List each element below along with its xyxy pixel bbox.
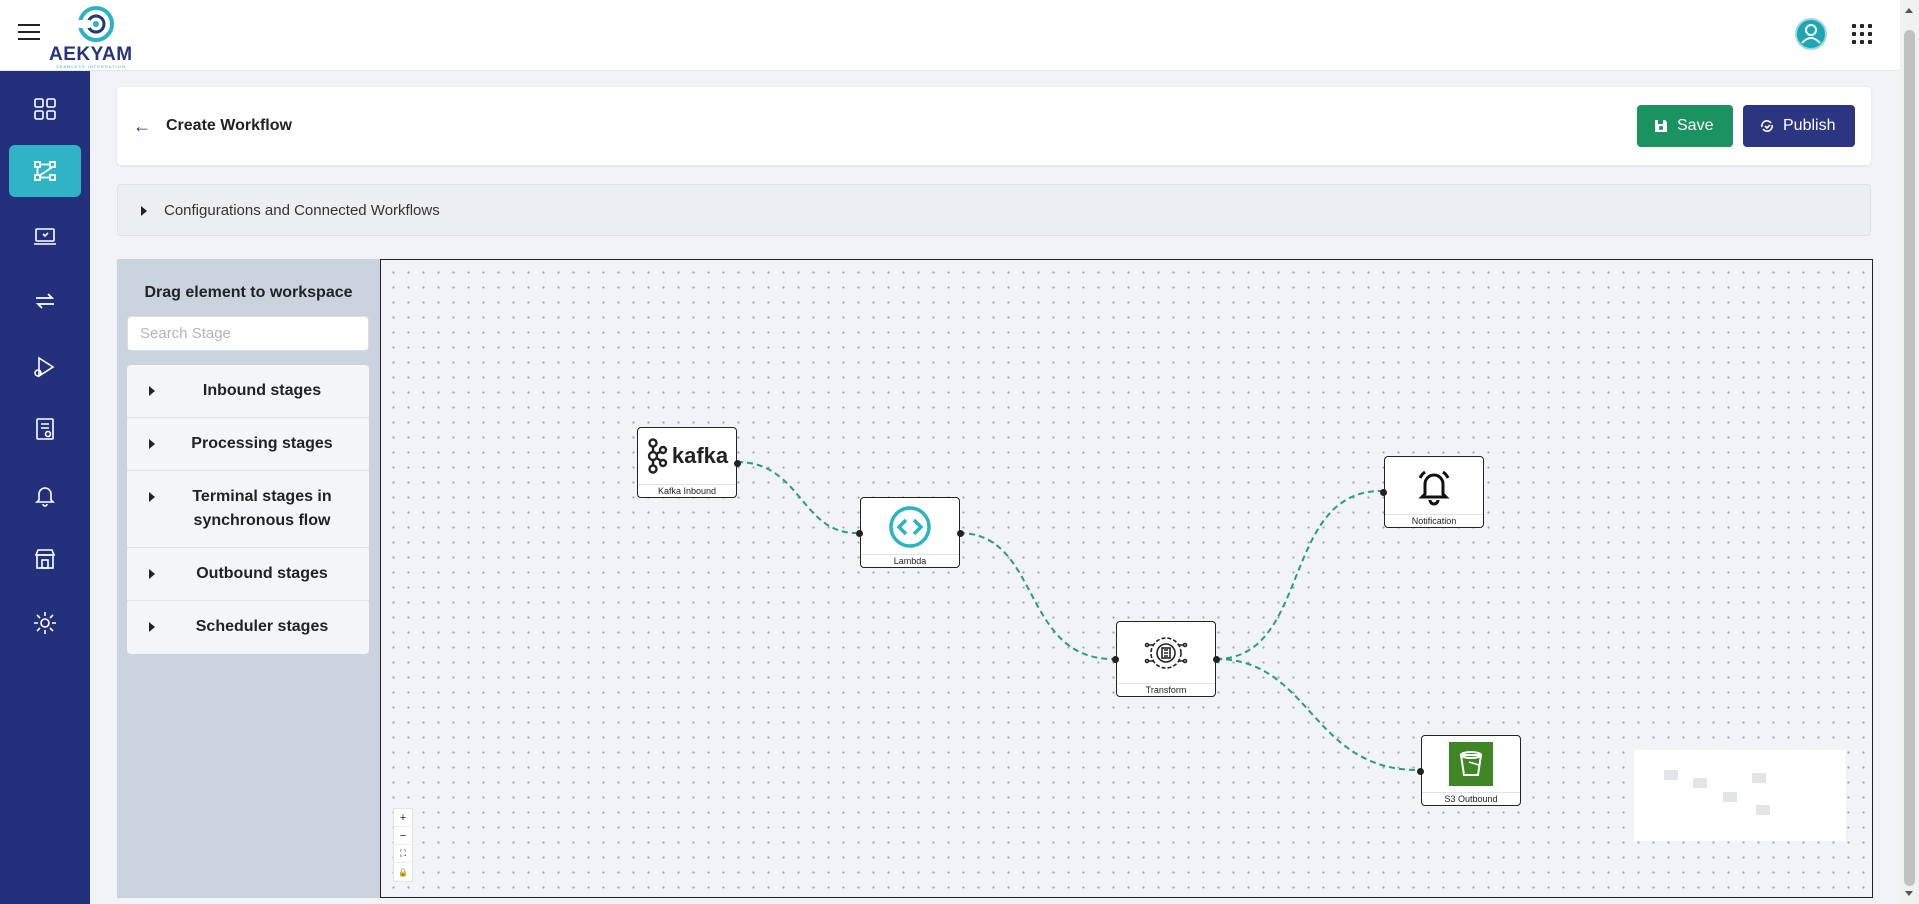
stage-group-label: Processing stages (191, 435, 333, 452)
stage-group-outbound[interactable]: Outbound stages (127, 548, 369, 601)
stage-group-label: Scheduler stages (195, 618, 329, 635)
expand-caret-icon (149, 492, 155, 502)
save-button[interactable]: Save (1637, 105, 1733, 147)
sidebar (0, 71, 90, 904)
node-s3-outbound[interactable]: S3 Outbound (1417, 735, 1521, 806)
brand-tagline: SEAMLESS INTEGRATION (56, 64, 126, 69)
expand-caret-icon (149, 622, 155, 632)
stage-group-terminal[interactable]: Terminal stages in synchronous flow (127, 471, 369, 548)
fit-view-button[interactable]: ⛶ (394, 845, 412, 863)
canvas-controls: + − ⛶ 🔒 (393, 808, 413, 882)
minimap-node (1693, 778, 1707, 788)
edge-transform-notification (1215, 490, 1382, 660)
minimap-node (1664, 770, 1678, 780)
search-stage-input[interactable] (127, 316, 369, 351)
canvas-minimap[interactable] (1634, 750, 1846, 841)
node-transform[interactable]: Transform (1112, 621, 1220, 697)
node-kafka-inbound[interactable]: kafka Kafka Inbound (637, 427, 741, 498)
configurations-label: Configurations and Connected Workflows (164, 202, 440, 219)
configurations-accordion[interactable]: Configurations and Connected Workflows (117, 184, 1871, 236)
bell-icon[interactable] (9, 469, 81, 521)
workflow-canvas[interactable]: kafka Kafka Inbound Lambda Transform Not… (380, 259, 1873, 898)
node-lambda[interactable]: Lambda (856, 497, 964, 568)
zoom-in-button[interactable]: + (394, 809, 412, 827)
lambda-icon (861, 498, 959, 556)
scroll-up-icon[interactable] (1905, 8, 1913, 13)
node-label: Transform (1117, 683, 1215, 695)
run-icon[interactable] (9, 341, 81, 393)
page-title: Create Workflow (166, 117, 292, 134)
sync-icon[interactable] (9, 275, 81, 327)
expand-caret-icon (149, 569, 155, 579)
node-label: Kafka Inbound (638, 484, 736, 496)
stage-group-processing[interactable]: Processing stages (127, 418, 369, 471)
monitor-icon[interactable] (9, 211, 81, 263)
back-arrow-icon[interactable]: ← (133, 116, 151, 137)
bell-icon (1385, 457, 1483, 515)
top-bar: AEKYAM SEAMLESS INTEGRATION (0, 0, 1900, 71)
output-handle[interactable] (1213, 656, 1220, 663)
store-icon[interactable] (9, 533, 81, 585)
zoom-out-button[interactable]: − (394, 827, 412, 845)
output-handle[interactable] (734, 460, 741, 467)
input-handle[interactable] (1380, 489, 1387, 496)
kafka-icon: kafka (638, 428, 736, 484)
stage-group-label: Inbound stages (202, 382, 322, 399)
stage-palette: Drag element to workspace Inbound stages… (117, 259, 380, 898)
kafka-logo-text: kafka (671, 443, 729, 468)
lock-button[interactable]: 🔒 (394, 863, 412, 881)
input-handle[interactable] (856, 530, 863, 537)
stage-list: Inbound stages Processing stages Termina… (127, 365, 369, 654)
node-label: Notification (1385, 514, 1483, 526)
user-avatar-icon[interactable] (1795, 18, 1827, 50)
node-notification[interactable]: Notification (1380, 456, 1484, 528)
hamburger-icon[interactable] (18, 24, 40, 46)
transform-icon (1117, 622, 1215, 684)
node-label: S3 Outbound (1422, 792, 1520, 804)
floppy-icon (1655, 120, 1667, 132)
save-label: Save (1677, 117, 1714, 134)
input-handle[interactable] (1417, 768, 1424, 775)
expand-caret-icon (141, 206, 147, 216)
publish-label: Publish (1783, 117, 1836, 134)
minimap-node (1752, 773, 1766, 783)
dashboard-grid-icon[interactable] (9, 83, 81, 135)
edge-transform-s3 (1215, 658, 1419, 771)
stage-group-label: Terminal stages in synchronous flow (192, 488, 332, 529)
brand-name: AEKYAM (49, 44, 133, 65)
edge-kafka-lambda (736, 461, 857, 534)
palette-title: Drag element to workspace (144, 284, 353, 301)
gear-icon[interactable] (9, 597, 81, 649)
workflow-header: ← Create Workflow Save Publish (117, 87, 1871, 165)
publish-button[interactable]: Publish (1743, 105, 1855, 147)
expand-caret-icon (149, 386, 155, 396)
expand-caret-icon (149, 439, 155, 449)
stage-group-scheduler[interactable]: Scheduler stages (127, 601, 369, 654)
minimap-node (1756, 805, 1770, 815)
node-label: Lambda (861, 554, 959, 566)
apps-grid-icon[interactable] (1852, 24, 1872, 44)
minimap-node (1723, 792, 1737, 802)
output-handle[interactable] (957, 530, 964, 537)
scroll-thumb[interactable] (1904, 30, 1915, 886)
publish-icon (1761, 120, 1773, 132)
input-handle[interactable] (1112, 656, 1119, 663)
edge-lambda-transform (958, 532, 1114, 660)
page-scrollbar[interactable] (1900, 0, 1919, 904)
s3-bucket-icon (1422, 736, 1520, 792)
stage-group-label: Outbound stages (196, 565, 328, 582)
report-icon[interactable] (9, 403, 81, 455)
scroll-down-icon[interactable] (1905, 891, 1913, 896)
stage-group-inbound[interactable]: Inbound stages (127, 365, 369, 418)
workflow-icon[interactable] (9, 145, 81, 197)
